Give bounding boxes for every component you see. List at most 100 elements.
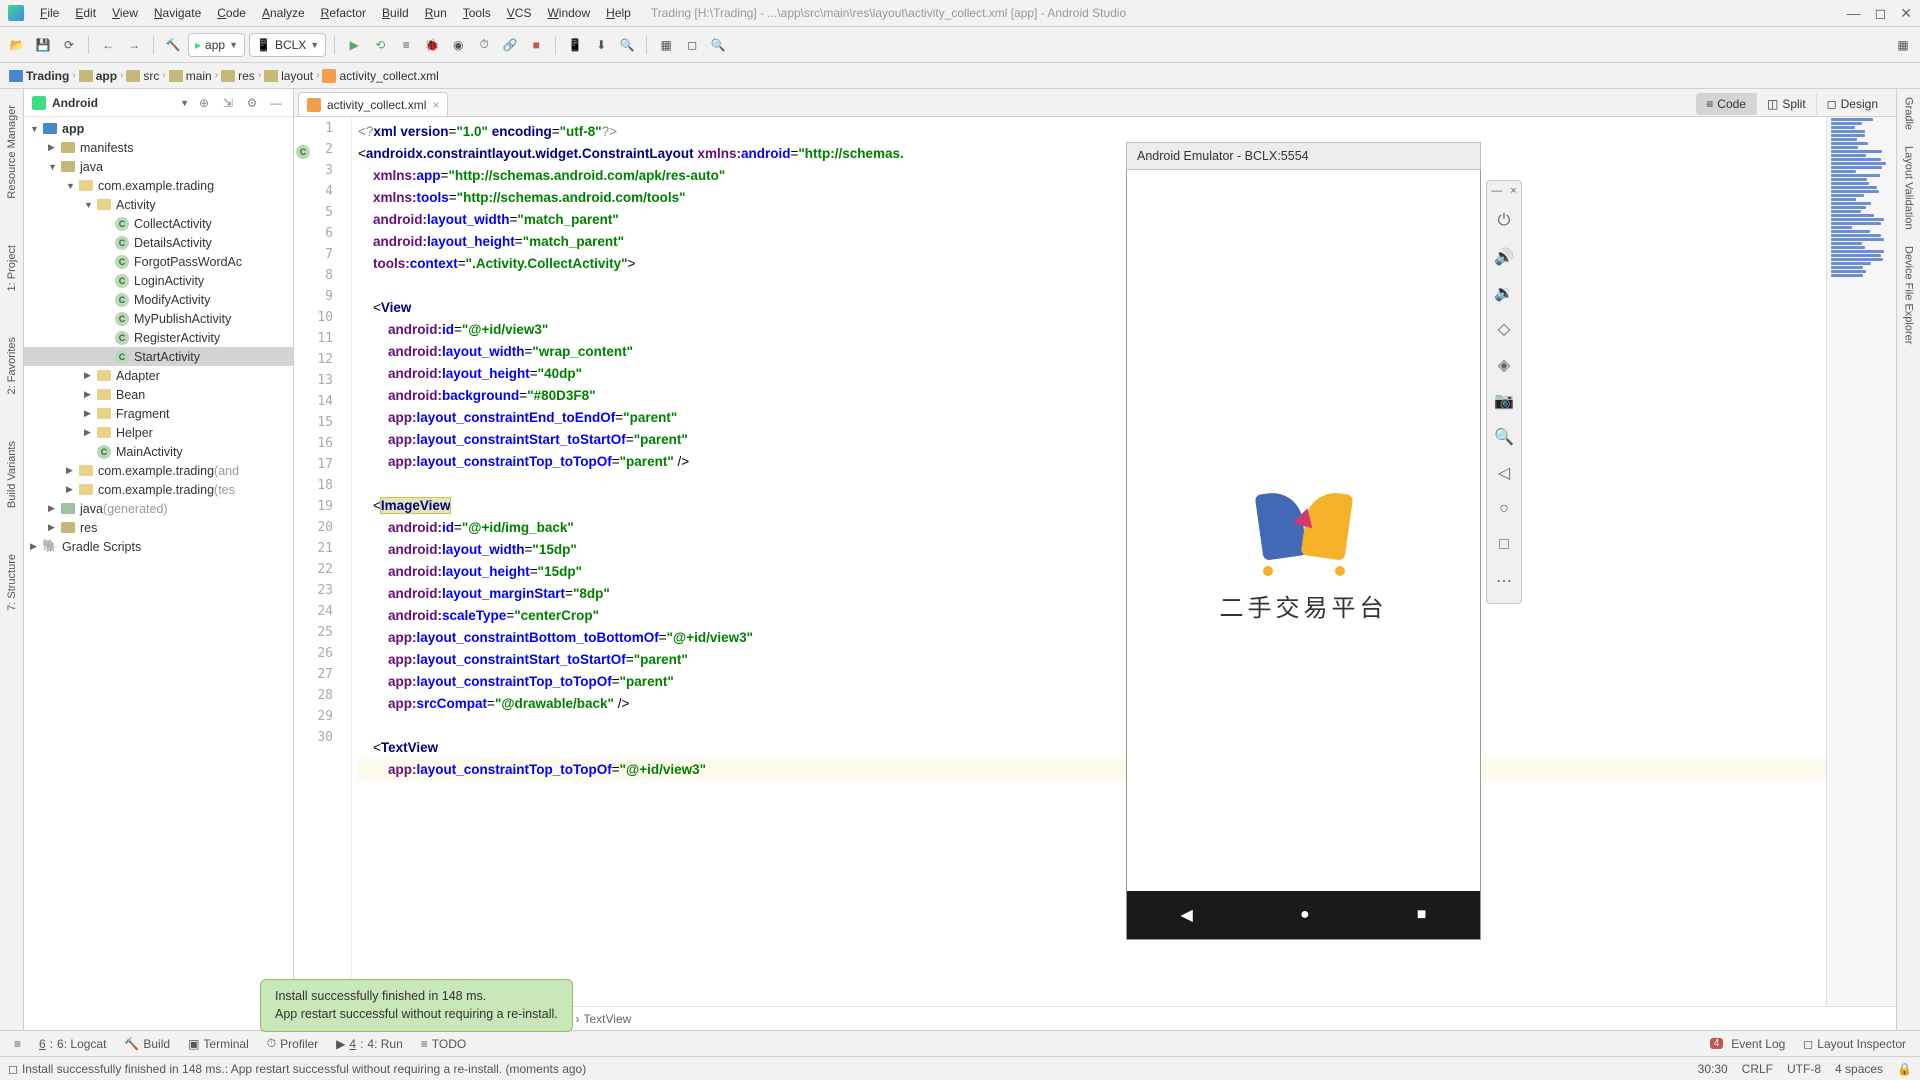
left-tab-build-variants[interactable]: Build Variants <box>4 433 20 516</box>
attach-debugger-icon[interactable]: 🔗 <box>499 34 521 56</box>
breadcrumb-item[interactable]: layout <box>261 69 316 83</box>
apply-changes-icon[interactable]: ⟲ <box>369 34 391 56</box>
left-tab-7--structure[interactable]: 7: Structure <box>4 546 20 619</box>
code-breadcrumb-item[interactable]: TextView <box>584 1012 632 1026</box>
open-icon[interactable]: 📂 <box>6 34 28 56</box>
menu-run[interactable]: Run <box>417 6 455 20</box>
emulator-minimize-icon[interactable]: — <box>1491 185 1502 197</box>
android-back-icon[interactable]: ◀ <box>1181 905 1193 925</box>
layout-inspector-icon[interactable]: 🔍 <box>616 34 638 56</box>
emulator-more-icon[interactable]: ⋯ <box>1490 563 1518 599</box>
tree-class-RegisterActivity[interactable]: CRegisterActivity <box>24 328 293 347</box>
split-view-button[interactable]: ◫ Split <box>1757 93 1816 115</box>
menu-refactor[interactable]: Refactor <box>313 6 374 20</box>
editor-gutter[interactable]: 1C23456789101112131415161718192021222324… <box>294 117 352 1006</box>
tree-helper[interactable]: ▶Helper <box>24 423 293 442</box>
settings-icon[interactable]: ⚙ <box>243 96 261 110</box>
emulator-title[interactable]: Android Emulator - BCLX:5554 <box>1126 142 1481 170</box>
maximize-button[interactable]: ◻ <box>1875 5 1887 22</box>
readonly-lock-icon[interactable]: 🔒 <box>1897 1062 1912 1076</box>
emulator-zoom-icon[interactable]: 🔍 <box>1490 419 1518 455</box>
left-tab-1--project[interactable]: 1: Project <box>4 237 20 299</box>
tree-java[interactable]: ▼java <box>24 157 293 176</box>
menu-tools[interactable]: Tools <box>455 6 499 20</box>
search-everywhere-icon[interactable]: 🔍 <box>707 34 729 56</box>
tree-class-DetailsActivity[interactable]: CDetailsActivity <box>24 233 293 252</box>
menu-window[interactable]: Window <box>539 6 598 20</box>
editor-tab[interactable]: activity_collect.xml × <box>298 92 448 116</box>
profiler-tab[interactable]: ⏱ Profiler <box>259 1034 326 1053</box>
line-ending[interactable]: CRLF <box>1742 1062 1773 1076</box>
right-tab-gradle[interactable]: Gradle <box>1901 89 1917 138</box>
tree-class-CollectActivity[interactable]: CCollectActivity <box>24 214 293 233</box>
forward-icon[interactable]: → <box>123 34 145 56</box>
tree-app[interactable]: ▼app <box>24 119 293 138</box>
emulator-settings-icon[interactable]: ◻ <box>681 34 703 56</box>
todo-tab-2[interactable]: ≡ TODO <box>413 1035 474 1053</box>
tree-activity-folder[interactable]: ▼Activity <box>24 195 293 214</box>
tree-pkg-test[interactable]: ▶com.example.trading (tes <box>24 480 293 499</box>
locate-icon[interactable]: ⊕ <box>195 96 213 110</box>
hide-icon[interactable]: — <box>267 96 285 110</box>
emulator-screen[interactable]: 二手交易平台 ◀ ● ■ <box>1126 170 1481 940</box>
tree-class-ModifyActivity[interactable]: CModifyActivity <box>24 290 293 309</box>
emulator-power-icon[interactable]: ⏻ <box>1490 203 1518 239</box>
tree-gradle[interactable]: ▶🐘Gradle Scripts <box>24 537 293 556</box>
logcat-tab[interactable]: 6: 6: Logcat <box>31 1035 114 1053</box>
menu-code[interactable]: Code <box>209 6 254 20</box>
tree-java-gen[interactable]: ▶java (generated) <box>24 499 293 518</box>
debug-icon[interactable]: 🐞 <box>421 34 443 56</box>
device-selector[interactable]: 📱BCLX▼ <box>249 33 326 57</box>
tree-res[interactable]: ▶res <box>24 518 293 537</box>
ide-settings-icon[interactable]: ▦ <box>1892 34 1914 56</box>
event-log-tab[interactable]: 4Event Log <box>1702 1035 1794 1053</box>
sdk-icon[interactable]: ⬇ <box>590 34 612 56</box>
tree-bean[interactable]: ▶Bean <box>24 385 293 404</box>
terminal-tab[interactable]: ▣ Terminal <box>180 1035 257 1053</box>
menu-navigate[interactable]: Navigate <box>146 6 209 20</box>
menu-help[interactable]: Help <box>598 6 639 20</box>
layout-inspector-tab[interactable]: ◻ Layout Inspector <box>1795 1035 1914 1053</box>
tree-adapter[interactable]: ▶Adapter <box>24 366 293 385</box>
menu-vcs[interactable]: VCS <box>499 6 540 20</box>
breadcrumb-item[interactable]: app <box>76 69 120 83</box>
module-selector[interactable]: ▸app▼ <box>188 33 245 57</box>
emulator-screenshot-icon[interactable]: 📷 <box>1490 383 1518 419</box>
tree-class-MyPublishActivity[interactable]: CMyPublishActivity <box>24 309 293 328</box>
tree-package[interactable]: ▼com.example.trading <box>24 176 293 195</box>
tree-class-ForgotPassWordAc[interactable]: CForgotPassWordAc <box>24 252 293 271</box>
profile-icon[interactable]: ⏱ <box>473 34 495 56</box>
menu-analyze[interactable]: Analyze <box>254 6 313 20</box>
save-icon[interactable]: 💾 <box>32 34 54 56</box>
stop-icon[interactable]: ■ <box>525 34 547 56</box>
tree-fragment[interactable]: ▶Fragment <box>24 404 293 423</box>
emulator-volume-down-icon[interactable]: 🔉 <box>1490 275 1518 311</box>
project-structure-icon[interactable]: ▦ <box>655 34 677 56</box>
breadcrumb-item[interactable]: main <box>166 69 215 83</box>
build-tab[interactable]: 🔨 Build <box>116 1035 178 1053</box>
tree-manifests[interactable]: ▶manifests <box>24 138 293 157</box>
left-tab-resource-manager[interactable]: Resource Manager <box>4 97 20 207</box>
menu-file[interactable]: File <box>32 6 67 20</box>
breadcrumb-item[interactable]: src <box>123 69 162 83</box>
emulator-rotate-right-icon[interactable]: ◈ <box>1490 347 1518 383</box>
android-home-icon[interactable]: ● <box>1300 906 1310 924</box>
back-icon[interactable]: ← <box>97 34 119 56</box>
minimap[interactable] <box>1826 117 1896 1006</box>
close-button[interactable]: ✕ <box>1900 5 1912 22</box>
build-icon[interactable]: 🔨 <box>162 34 184 56</box>
run-icon[interactable]: ▶ <box>343 34 365 56</box>
close-tab-icon[interactable]: × <box>432 98 439 112</box>
emulator-overview-icon[interactable]: □ <box>1490 527 1518 563</box>
emulator-volume-up-icon[interactable]: 🔊 <box>1490 239 1518 275</box>
tree-class-LoginActivity[interactable]: CLoginActivity <box>24 271 293 290</box>
tree-mainactivity[interactable]: CMainActivity <box>24 442 293 461</box>
left-tab-2--favorites[interactable]: 2: Favorites <box>4 329 20 402</box>
code-editor[interactable]: <?xml version="1.0" encoding="utf-8"?> <… <box>352 117 1826 1006</box>
emulator-back-icon[interactable]: ◁ <box>1490 455 1518 491</box>
sync-icon[interactable]: ⟳ <box>58 34 80 56</box>
breadcrumb-item[interactable]: Trading <box>6 69 72 83</box>
project-view-selector[interactable]: Android <box>52 96 174 110</box>
menu-view[interactable]: View <box>104 6 146 20</box>
right-tab-layout-validation[interactable]: Layout Validation <box>1901 138 1917 238</box>
